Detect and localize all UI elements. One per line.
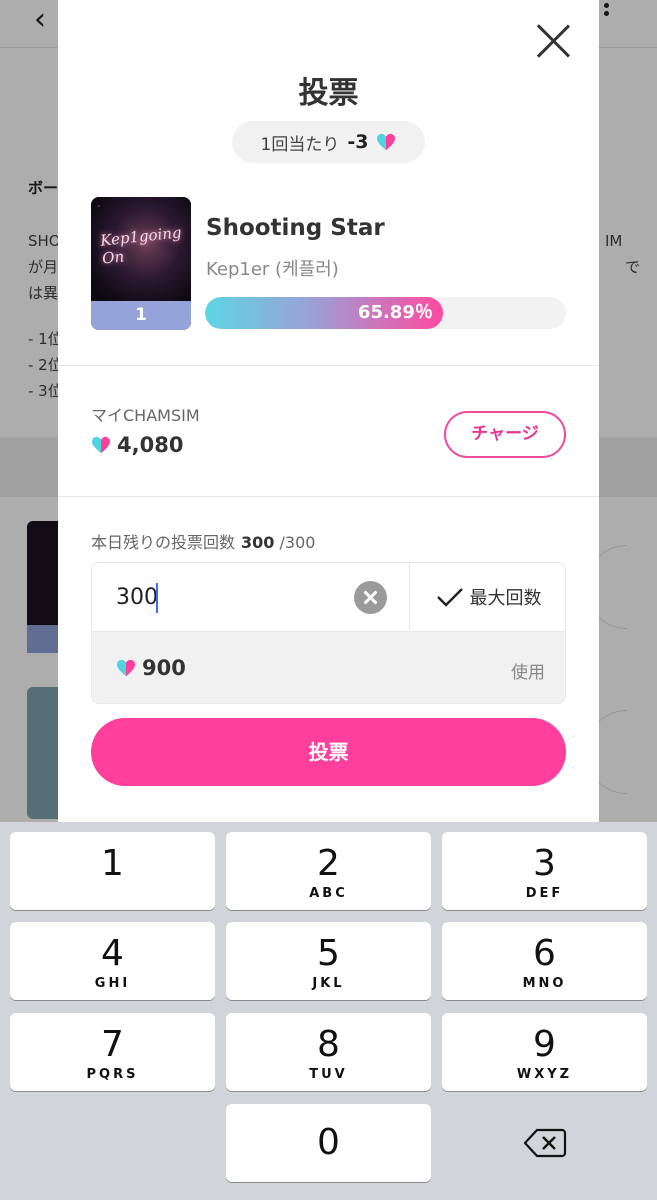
album-cover: ◦ Kep1going On 1: [91, 197, 191, 330]
vote-share-bar: 65.89％: [205, 297, 566, 329]
my-chamsim-value: 4,080: [117, 433, 184, 457]
modal-title: 投票: [298, 76, 359, 111]
song-card: ◦ Kep1going On 1 Shooting Star Kep1er (케…: [91, 197, 566, 330]
key-7[interactable]: 7 PQRS: [10, 1013, 215, 1091]
key-4[interactable]: 4 GHI: [10, 922, 215, 1000]
key-6[interactable]: 6 MNO: [442, 922, 647, 1000]
album-label-icon: ◦: [97, 203, 101, 210]
vote-modal: 投票 1回当たり -3 ◦ Kep1going On 1 Shooting St…: [58, 0, 599, 822]
heart-icon: [376, 133, 396, 151]
heart-icon: [116, 659, 136, 677]
divider: [58, 496, 599, 497]
cost-per-vote-pill: 1回当たり -3: [232, 121, 425, 163]
numeric-keypad: 1 2 ABC 3 DEF 4 GHI 5 JKL 6 MNO 7 PQRS 8 TUV 9W…: [0, 822, 657, 1200]
my-chamsim-label: マイCHAMSIM: [91, 406, 200, 425]
clear-icon[interactable]: [354, 581, 387, 614]
cost-label: 1回当たり: [260, 134, 340, 155]
vote-count-input[interactable]: [116, 580, 336, 614]
remaining-value: 300: [241, 533, 275, 552]
vote-button[interactable]: 投票: [91, 718, 566, 786]
vote-count-field[interactable]: [92, 563, 410, 631]
key-0[interactable]: 0: [226, 1104, 431, 1182]
key-3[interactable]: 3 DEF: [442, 832, 647, 910]
checkmark-icon: [436, 588, 463, 607]
vote-count-box: 最大回数 900 使用: [91, 562, 566, 704]
close-icon[interactable]: [530, 18, 576, 64]
song-title: Shooting Star: [206, 215, 385, 241]
artist-name: Kep1er (케플러): [206, 259, 339, 280]
key-1[interactable]: 1: [10, 832, 215, 910]
vote-share-percent: 65.89％: [357, 302, 433, 323]
divider: [58, 365, 599, 366]
heart-icon: [91, 436, 111, 454]
album-art-image: ◦ Kep1going On: [91, 197, 191, 301]
usage-label: 使用: [511, 663, 545, 683]
max-count-button[interactable]: 最大回数: [410, 563, 565, 631]
text-cursor: [156, 583, 158, 613]
backspace-key[interactable]: [442, 1104, 647, 1182]
my-chamsim-balance: 4,080: [91, 433, 183, 457]
cost-value: -3: [347, 131, 369, 153]
remaining-total: /300: [279, 533, 316, 552]
usage-row: 900 使用: [92, 631, 565, 703]
key-2[interactable]: 2 ABC: [226, 832, 431, 910]
max-count-label: 最大回数: [469, 588, 542, 609]
remaining-label: 本日残りの投票回数: [91, 533, 236, 552]
key-9[interactable]: 9 WXYZ: [442, 1013, 647, 1091]
charge-button[interactable]: チャージ: [444, 411, 566, 458]
album-title-art: Kep1going On: [99, 223, 183, 268]
usage-amount: 900: [116, 656, 186, 680]
usage-value: 900: [142, 656, 186, 680]
backspace-icon: [523, 1128, 566, 1158]
key-5[interactable]: 5 JKL: [226, 922, 431, 1000]
remaining-votes: 本日残りの投票回数 300 /300: [91, 529, 315, 553]
rank-badge: 1: [91, 301, 191, 330]
key-8[interactable]: 8 TUV: [226, 1013, 431, 1091]
